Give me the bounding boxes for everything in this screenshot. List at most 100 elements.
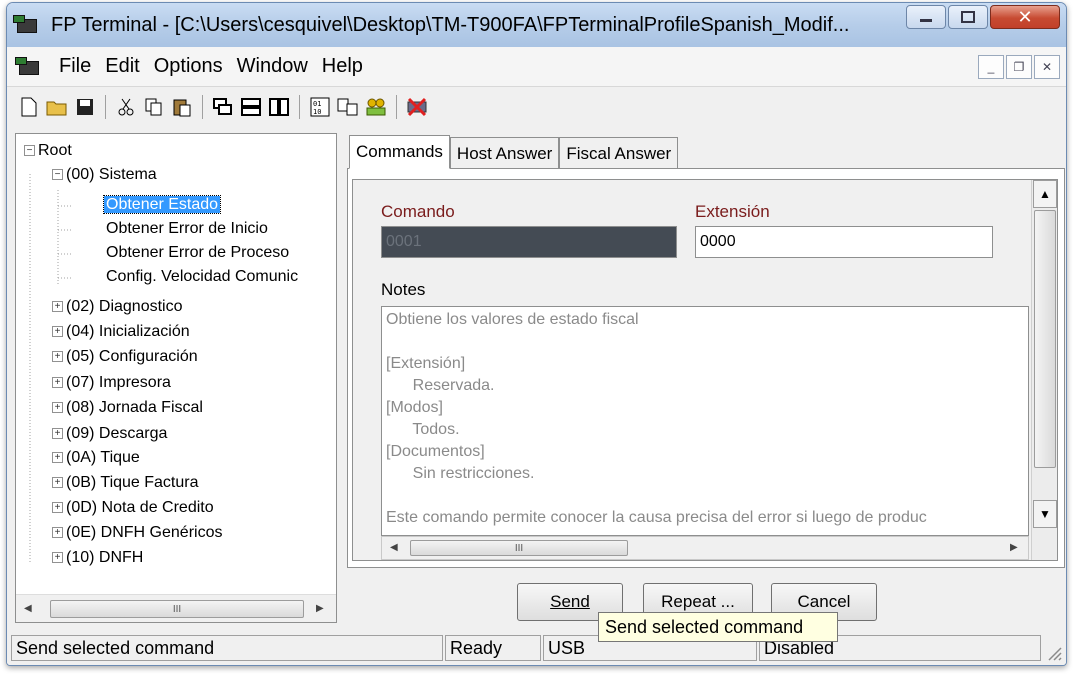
form-vertical-scrollbar[interactable]: ▲ ▼ [1031, 180, 1057, 560]
scissors-icon [118, 98, 134, 116]
scroll-thumb[interactable]: III [50, 600, 304, 618]
scroll-right-icon[interactable]: ▶ [1010, 542, 1018, 553]
maximize-icon [961, 11, 975, 23]
command-tree: − Root − (00) Sistema Obtener Estado Obten… [16, 134, 336, 594]
child-minimize-button[interactable]: _ [978, 55, 1004, 79]
scroll-up-icon[interactable]: ▲ [1033, 180, 1057, 208]
tree-horizontal-scrollbar[interactable]: ◀ III ▶ [16, 594, 336, 622]
resize-grip-icon[interactable] [1046, 645, 1062, 661]
printer-icon [13, 13, 43, 37]
extension-label: Extensión [695, 202, 770, 221]
users-button[interactable] [364, 95, 388, 119]
close-button[interactable]: ✕ [990, 5, 1060, 29]
scroll-thumb[interactable]: III [410, 540, 628, 556]
command-button[interactable]: 01 10 [308, 95, 332, 119]
transfer-button[interactable] [336, 95, 360, 119]
child-restore-button[interactable]: ❐ [1006, 55, 1032, 79]
command-form-panel: Comando Extensión Notes Obtiene los valo… [352, 179, 1058, 561]
expand-icon[interactable]: + [52, 502, 63, 514]
maximize-button[interactable] [948, 5, 988, 29]
expand-icon[interactable]: + [52, 351, 63, 363]
tree-item-nota-credito[interactable]: + (0D) Nota de Credito [52, 497, 214, 519]
commands-tab-panel: Comando Extensión Notes Obtiene los valo… [347, 168, 1065, 568]
new-button[interactable] [17, 95, 41, 119]
notes-textarea[interactable]: Obtiene los valores de estado fiscal [Ex… [381, 306, 1029, 536]
tree-item-obtener-error-proceso[interactable]: Obtener Error de Proceso [106, 242, 289, 264]
expand-icon[interactable]: + [52, 301, 63, 313]
svg-text:01: 01 [313, 100, 321, 108]
menu-bar: File Edit Options Window Help _ ❐ ✕ [7, 47, 1066, 87]
minimize-button[interactable] [906, 5, 946, 29]
notes-label: Notes [381, 280, 426, 299]
tree-item-dnfh-genericos[interactable]: + (0E) DNFH Genéricos [52, 522, 222, 544]
tab-host-answer[interactable]: Host Answer [449, 137, 560, 169]
save-disk-icon [77, 99, 93, 115]
copy-button[interactable] [142, 95, 166, 119]
expand-icon[interactable]: + [52, 477, 63, 489]
status-message: Send selected command [11, 635, 443, 661]
notes-horizontal-scrollbar[interactable]: ◀ III ▶ [381, 536, 1029, 560]
expand-icon[interactable]: + [52, 377, 63, 389]
scroll-thumb[interactable] [1034, 210, 1056, 468]
tile-horizontal-button[interactable] [239, 95, 263, 119]
menu-help[interactable]: Help [322, 55, 363, 78]
scroll-left-icon[interactable]: ◀ [24, 603, 32, 614]
window-title: FP Terminal - [C:\Users\cesquivel\Deskto… [51, 13, 850, 36]
copy-icon [145, 98, 162, 116]
tree-item-descarga[interactable]: + (09) Descarga [52, 423, 167, 445]
collapse-icon[interactable]: − [52, 169, 63, 181]
menu-edit[interactable]: Edit [105, 55, 139, 78]
title-bar[interactable]: FP Terminal - [C:\Users\cesquivel\Deskto… [7, 3, 1066, 47]
scroll-right-icon[interactable]: ▶ [316, 603, 324, 614]
collapse-icon[interactable]: − [24, 145, 35, 157]
tree-item-dnfh[interactable]: + (10) DNFH [52, 547, 143, 569]
tree-item-tique[interactable]: + (0A) Tique [52, 447, 140, 469]
tree-item-configuracion[interactable]: + (05) Configuración [52, 346, 198, 368]
disconnect-button[interactable] [405, 95, 429, 119]
save-button[interactable] [73, 95, 97, 119]
tree-item-inicializacion[interactable]: + (04) Inicialización [52, 321, 190, 343]
grip-icon: III [514, 542, 524, 554]
tree-item-obtener-error-inicio[interactable]: Obtener Error de Inicio [106, 218, 268, 240]
tree-item-config-velocidad[interactable]: Config. Velocidad Comunic [106, 266, 298, 288]
menu-file[interactable]: File [59, 55, 91, 78]
expand-icon[interactable]: + [52, 326, 63, 338]
tab-strip: Commands Host Answer Fiscal Answer [349, 135, 679, 169]
cut-button[interactable] [114, 95, 138, 119]
data-transfer-icon [337, 98, 358, 116]
menu-window[interactable]: Window [237, 55, 308, 78]
tree-item-tique-factura[interactable]: + (0B) Tique Factura [52, 472, 199, 494]
tile-vertical-button[interactable] [267, 95, 291, 119]
scroll-down-icon[interactable]: ▼ [1033, 500, 1057, 528]
minimize-icon: _ [987, 60, 995, 74]
tree-item-impresora[interactable]: + (07) Impresora [52, 372, 171, 394]
grip-icon: III [172, 603, 182, 615]
tree-item-diagnostico[interactable]: + (02) Diagnostico [52, 296, 183, 318]
command-tree-panel: − Root − (00) Sistema Obtener Estado Obten… [15, 133, 337, 623]
tree-item-sistema[interactable]: − (00) Sistema [52, 164, 157, 186]
tab-commands[interactable]: Commands [349, 135, 450, 169]
expand-icon[interactable]: + [52, 527, 63, 539]
binary-grid-icon: 0110 [310, 97, 330, 117]
expand-icon[interactable]: + [52, 402, 63, 414]
extension-field[interactable] [695, 226, 993, 258]
scroll-left-icon[interactable]: ◀ [390, 542, 398, 553]
tree-item-jornada-fiscal[interactable]: + (08) Jornada Fiscal [52, 397, 203, 419]
expand-icon[interactable]: + [52, 428, 63, 440]
open-button[interactable] [45, 95, 69, 119]
document-printer-icon [15, 55, 45, 79]
tree-item-obtener-estado[interactable]: Obtener Estado [102, 194, 222, 216]
close-icon: ✕ [1041, 60, 1053, 74]
menu-options[interactable]: Options [154, 55, 223, 78]
paste-clipboard-icon [173, 99, 191, 117]
cascade-windows-icon [213, 98, 232, 115]
cascade-button[interactable] [211, 95, 235, 119]
child-close-button[interactable]: ✕ [1034, 55, 1060, 79]
paste-button[interactable] [170, 95, 194, 119]
tree-root[interactable]: − Root [24, 140, 72, 162]
comando-field [381, 226, 677, 258]
tab-fiscal-answer[interactable]: Fiscal Answer [559, 137, 679, 169]
expand-icon[interactable]: + [52, 552, 63, 564]
expand-icon[interactable]: + [52, 452, 63, 464]
toolbar: 01 10 [7, 87, 1066, 127]
